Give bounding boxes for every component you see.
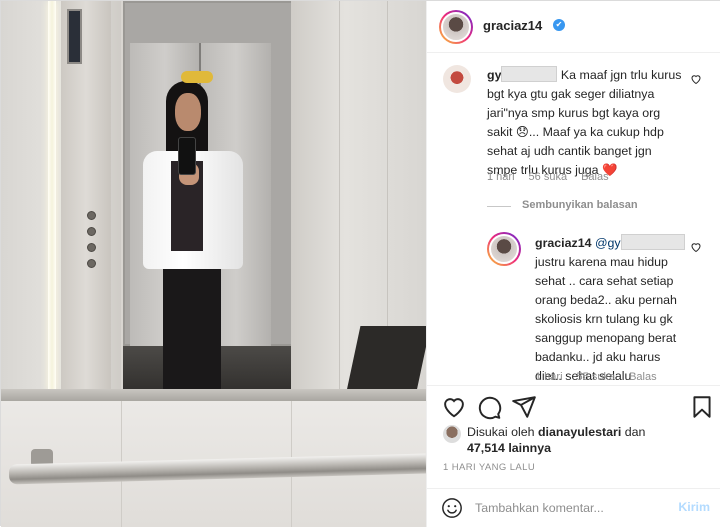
post-photo[interactable]	[1, 1, 426, 527]
reply-line: sehat .. cara sehat setiap	[535, 274, 674, 288]
comment-line: sehat aj udh cantik banget jgn	[487, 144, 652, 158]
hide-replies-button[interactable]: Sembunyikan balasan	[522, 199, 638, 211]
redacted-username	[501, 66, 558, 82]
comment-line: Ka maaf jgn trlu kurus	[560, 68, 682, 82]
reply-author-avatar[interactable]	[487, 232, 521, 266]
redacted-mention	[620, 234, 685, 250]
post-actions	[427, 385, 720, 429]
post-header: graciaz14 ✔	[427, 1, 720, 53]
elevator-button	[87, 259, 96, 268]
reply-mention[interactable]: @gy	[595, 236, 621, 250]
reply-meta: 1 hari 55 suka Balas	[535, 371, 671, 383]
comment-line: bgt kya gtu gak seger diliatnya	[487, 87, 655, 101]
reply-likes[interactable]: 55 suka	[577, 371, 616, 383]
reply-like-heart-icon[interactable]	[690, 241, 702, 253]
like-heart-icon[interactable]	[441, 394, 467, 420]
post-comment-button[interactable]: Kirim	[678, 500, 710, 514]
avatar-image	[441, 12, 471, 42]
comment-input[interactable]	[475, 499, 665, 517]
reply-reply-button[interactable]: Balas	[629, 371, 657, 383]
reply-line: skoliosis krn tulang ku gk	[535, 312, 673, 326]
comment-likes[interactable]: 56 suka	[529, 171, 568, 183]
author-avatar[interactable]	[439, 10, 473, 44]
reply-body: graciaz14 @gy justru karena mau hidup se…	[535, 234, 700, 386]
comment-bubble-icon[interactable]	[476, 394, 502, 420]
elevator-button	[87, 227, 96, 236]
comment-meta: 1 hari 56 suka Balas	[487, 171, 623, 183]
verified-badge-icon: ✔	[553, 19, 565, 31]
likes-count[interactable]: 47,514 lainnya	[467, 441, 551, 455]
comment-line: sakit 😞... Maaf ya ka cukup hdp	[487, 125, 664, 139]
floor-reflection	[345, 326, 426, 396]
commenter-avatar[interactable]	[443, 65, 471, 93]
comment-time[interactable]: 1 hari	[487, 171, 515, 183]
face	[175, 93, 201, 131]
share-paper-plane-icon[interactable]	[511, 394, 537, 420]
wall-panel-line	[339, 1, 340, 396]
reply-line: justru karena mau hidup	[535, 255, 668, 269]
author-username[interactable]: graciaz14	[483, 18, 542, 33]
mirror-edge	[1, 389, 426, 401]
commenter-username[interactable]: gy	[487, 68, 501, 82]
replies-divider	[487, 206, 511, 207]
elevator-button	[87, 211, 96, 220]
jeans	[163, 263, 221, 398]
comment-reply-button[interactable]: Balas	[581, 171, 609, 183]
comment-body: gy Ka maaf jgn trlu kurus bgt kya gtu ga…	[487, 66, 692, 180]
reply-time[interactable]: 1 hari	[535, 371, 563, 383]
instagram-post-modal: graciaz14 ✔ gy Ka maaf jgn trlu kurus bg…	[0, 0, 720, 527]
comment-like-heart-icon[interactable]	[690, 73, 702, 85]
emoji-icon[interactable]	[441, 497, 463, 519]
person-figure	[141, 71, 251, 401]
reply-username[interactable]: graciaz14	[535, 236, 591, 250]
hair-bow	[181, 71, 213, 83]
save-bookmark-icon[interactable]	[689, 394, 715, 420]
reply-line: badanku.. jd aku harus	[535, 350, 661, 364]
likes-summary: Disukai oleh dianayulestari dan 47,514 l…	[467, 424, 645, 456]
post-date[interactable]: 1 HARI YANG LALU	[443, 462, 535, 473]
liker-username[interactable]: dianayulestari	[538, 425, 621, 439]
likes-joiner: dan	[624, 425, 646, 439]
post-sidebar: graciaz14 ✔ gy Ka maaf jgn trlu kurus bg…	[426, 1, 720, 527]
elevator-button	[87, 243, 96, 252]
elevator-display	[67, 9, 82, 64]
avatar-image	[489, 234, 519, 264]
light-strip	[48, 1, 56, 391]
reply-line: orang beda2.. aku pernah	[535, 293, 677, 307]
comment-line: jari"nya smp kurus bgt kaya org	[487, 106, 661, 120]
comment-composer: Kirim	[427, 488, 720, 527]
liker-avatar[interactable]	[443, 425, 461, 443]
likes-prefix: Disukai oleh	[467, 425, 535, 439]
reply-line: sanggup menopang berat	[535, 331, 677, 345]
smartphone	[178, 137, 196, 175]
